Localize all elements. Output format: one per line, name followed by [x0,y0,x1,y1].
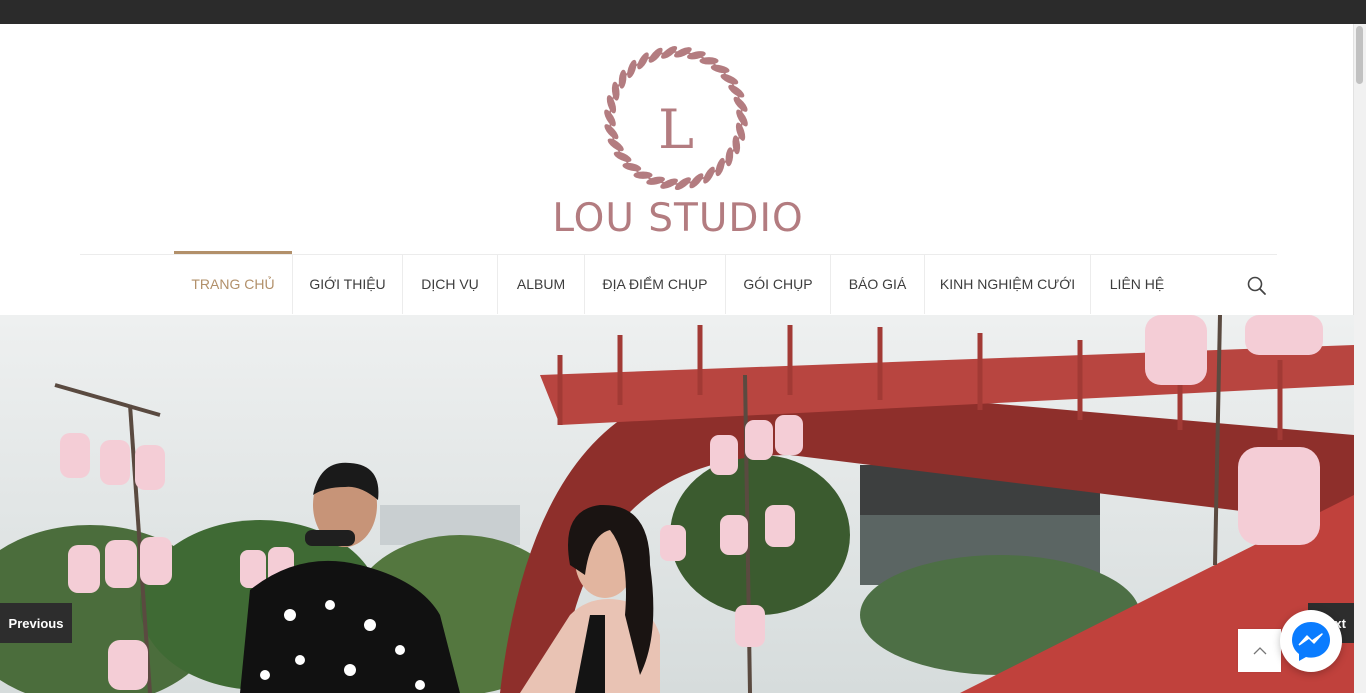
slider-previous-button[interactable]: Previous [0,603,72,643]
laurel-wreath-icon: L [604,45,748,191]
scrollbar-thumb[interactable] [1356,26,1363,84]
nav-item-gioi-thieu[interactable]: GIỚI THIỆU [293,254,403,314]
back-to-top-button[interactable] [1238,629,1281,672]
nav-item-goi-chup[interactable]: GÓI CHỤP [726,254,831,314]
site-logo[interactable]: L LOU STUDIO [548,38,808,243]
nav-item-dia-diem-chup[interactable]: ĐỊA ĐIỂM CHỤP [585,254,726,314]
messenger-icon [1292,622,1330,661]
hero-slider[interactable] [0,315,1354,693]
logo-initial: L [658,98,694,161]
brand-name: LOU STUDIO [552,196,804,241]
page-scrollbar[interactable] [1353,24,1366,693]
search-icon[interactable] [1246,275,1268,297]
browser-top-bar [0,0,1366,24]
nav-item-kinh-nghiem-cuoi[interactable]: KINH NGHIỆM CƯỚI [925,254,1091,314]
hero-image [0,315,1354,693]
nav-item-lien-he[interactable]: LIÊN HỆ [1091,254,1183,314]
nav-item-dich-vu[interactable]: DỊCH VỤ [403,254,498,314]
main-navigation: TRANG CHỦ GIỚI THIỆU DỊCH VỤ ALBUM ĐỊA Đ… [174,251,1183,314]
messenger-chat-button[interactable] [1280,610,1342,672]
nav-item-trang-chu[interactable]: TRANG CHỦ [174,251,293,314]
chevron-up-icon [1253,646,1266,654]
nav-item-bao-gia[interactable]: BÁO GIÁ [831,254,925,314]
nav-item-album[interactable]: ALBUM [498,254,585,314]
